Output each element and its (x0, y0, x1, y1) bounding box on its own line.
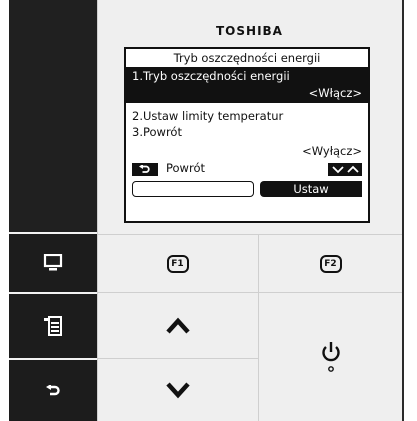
down-button[interactable] (97, 359, 258, 421)
chevron-up-icon (346, 165, 359, 173)
selected-item-label: 1.Tryb oszczędności energii (132, 69, 290, 83)
return-icon (139, 165, 150, 173)
monitor-icon (43, 254, 63, 271)
frame-right-outer (404, 0, 417, 421)
frame-left (0, 0, 9, 421)
up-button[interactable] (97, 293, 258, 358)
menu-item-value: <Wyłącz> (302, 144, 362, 158)
power-button[interactable] (259, 293, 402, 421)
screen-soft-button-left (132, 181, 254, 197)
monitor-button[interactable] (9, 234, 97, 292)
screen-title: Tryb oszczędności energii (173, 51, 321, 65)
lcd-screen: Tryb oszczędności energii 1.Tryb oszczęd… (124, 47, 370, 223)
menu-button[interactable] (9, 294, 97, 358)
return-button[interactable] (9, 360, 97, 421)
menu-item-return[interactable]: 3.Powrót (132, 125, 182, 139)
chevron-up-icon (165, 317, 190, 334)
menu-item-temperature-limits[interactable]: 2.Ustaw limity temperatur (132, 109, 283, 123)
f1-key-label: F1 (166, 254, 189, 273)
return-icon (46, 384, 60, 395)
menu-list-icon (44, 316, 62, 336)
chevron-down-icon (331, 166, 344, 174)
selected-item-value: <Włącz> (308, 86, 362, 100)
chevron-down-icon (165, 382, 190, 399)
left-button-column (9, 0, 97, 421)
screen-return-indicator (132, 163, 158, 176)
f1-button[interactable]: F1 (97, 235, 258, 292)
left-top-panel (9, 0, 97, 232)
remote-controller: TOSHIBA Tryb oszczędności energii 1.Tryb… (0, 0, 417, 421)
brand-logo: TOSHIBA (216, 24, 283, 38)
f2-button[interactable]: F2 (259, 235, 402, 292)
selected-menu-item[interactable]: 1.Tryb oszczędności energii <Włącz> (126, 67, 368, 103)
screen-soft-button-confirm: Ustaw (260, 181, 362, 197)
screen-arrow-indicator (328, 163, 362, 176)
f2-key-label: F2 (319, 254, 342, 273)
back-label: Powrót (166, 161, 205, 175)
power-icon (321, 342, 340, 372)
